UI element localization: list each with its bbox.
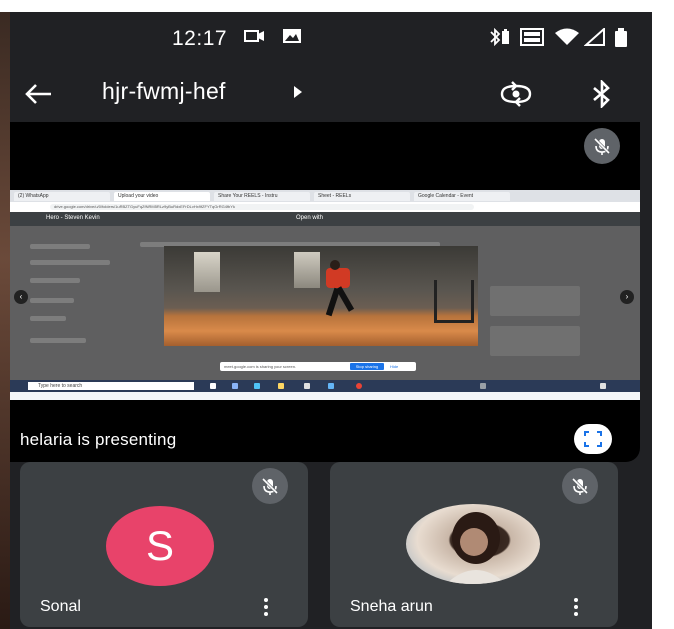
mic-off-icon (584, 128, 620, 164)
blurred-thumbnail (490, 286, 580, 316)
browser-tab: Sheet - REELs (314, 191, 410, 201)
meet-app: 12:17 hjr-fwmj-hef (2) WhatsApp Upload y… (10, 12, 652, 629)
participant-name: Sonal (40, 598, 81, 615)
blurred-thumbnail (490, 326, 580, 356)
wifi-icon (554, 28, 580, 51)
volte-icon (520, 28, 544, 51)
battery-icon (614, 28, 628, 53)
signal-icon (583, 26, 606, 51)
participant-tile-sonal[interactable]: S Sonal (20, 462, 308, 627)
screen-share-notice: meet.google.com is sharing your screen. … (220, 362, 416, 371)
participant-name: Sneha arun (350, 598, 433, 615)
prev-arrow-icon: ‹ (14, 290, 28, 304)
participant-tile-sneha-arun[interactable]: Sneha arun (330, 462, 618, 627)
blurred-sidebar-row (30, 316, 66, 321)
drive-preview-bar: Hero - Steven Kevin Open with (10, 212, 640, 226)
avatar: S (106, 506, 214, 586)
status-bar: 12:17 (10, 12, 652, 66)
switch-camera-icon[interactable] (496, 74, 536, 114)
blurred-sidebar-row (30, 244, 90, 249)
back-arrow-icon[interactable] (18, 76, 58, 112)
image-icon (282, 28, 302, 49)
taskbar-icon (480, 383, 486, 389)
browser-tab: Upload your video (114, 191, 210, 201)
video-chair (434, 280, 474, 323)
blurred-sidebar-row (30, 298, 74, 303)
more-options-icon[interactable] (566, 596, 586, 618)
status-time: 12:17 (172, 27, 228, 50)
video-person (326, 268, 350, 288)
taskbar-icon (600, 383, 606, 389)
video-person-leg (335, 286, 355, 312)
presentation-tile[interactable]: (2) WhatsApp Upload your video Share You… (10, 122, 640, 462)
meeting-header: hjr-fwmj-hef (10, 66, 652, 122)
mic-off-icon (252, 468, 288, 504)
caret-right-icon[interactable] (294, 86, 302, 98)
taskbar-icon (210, 383, 216, 389)
meeting-code[interactable]: hjr-fwmj-hef (102, 78, 226, 105)
more-options-icon[interactable] (256, 596, 276, 618)
taskbar-search: Type here to search (28, 382, 194, 390)
blurred-sidebar-row (30, 338, 86, 343)
video-person-head (330, 260, 340, 270)
avatar (406, 504, 540, 584)
presenter-label: helaria is presenting (20, 430, 177, 449)
browser-tab-strip: (2) WhatsApp Upload your video Share You… (10, 190, 640, 202)
taskbar-icon (328, 383, 334, 389)
taskbar-icon (232, 383, 238, 389)
open-with-label: Open with (296, 215, 324, 221)
taskbar-icon (278, 383, 284, 389)
shared-screen: (2) WhatsApp Upload your video Share You… (10, 190, 640, 400)
browser-tab: (2) WhatsApp (14, 191, 110, 201)
browser-tab: Google Calendar - Event (414, 191, 510, 201)
taskbar-icon (356, 383, 362, 389)
address-url: drive.google.com/drive/u/0/folders/1uRBZ… (50, 204, 474, 210)
stop-sharing-button: Stop sharing (350, 363, 384, 370)
bluetooth-battery-icon (488, 27, 512, 51)
bluetooth-icon[interactable] (582, 74, 622, 114)
fullscreen-icon (584, 431, 602, 447)
fullscreen-button[interactable] (574, 424, 612, 454)
blurred-sidebar-row (30, 260, 110, 265)
next-arrow-icon: › (620, 290, 634, 304)
shared-video-frame (164, 246, 478, 346)
share-notice-text: meet.google.com is sharing your screen. (224, 364, 297, 369)
windows-taskbar: Type here to search (10, 380, 640, 392)
video-window (294, 252, 320, 288)
video-window (194, 252, 220, 292)
drive-file-title: Hero - Steven Kevin (46, 215, 100, 221)
screen-record-icon (244, 28, 266, 49)
hide-button: Hide (390, 364, 399, 369)
taskbar-icon (254, 383, 260, 389)
taskbar-icon (304, 383, 310, 389)
browser-tab: Share Your REELS - Instru (214, 191, 310, 201)
blurred-sidebar-row (30, 278, 80, 283)
mic-off-icon (562, 468, 598, 504)
